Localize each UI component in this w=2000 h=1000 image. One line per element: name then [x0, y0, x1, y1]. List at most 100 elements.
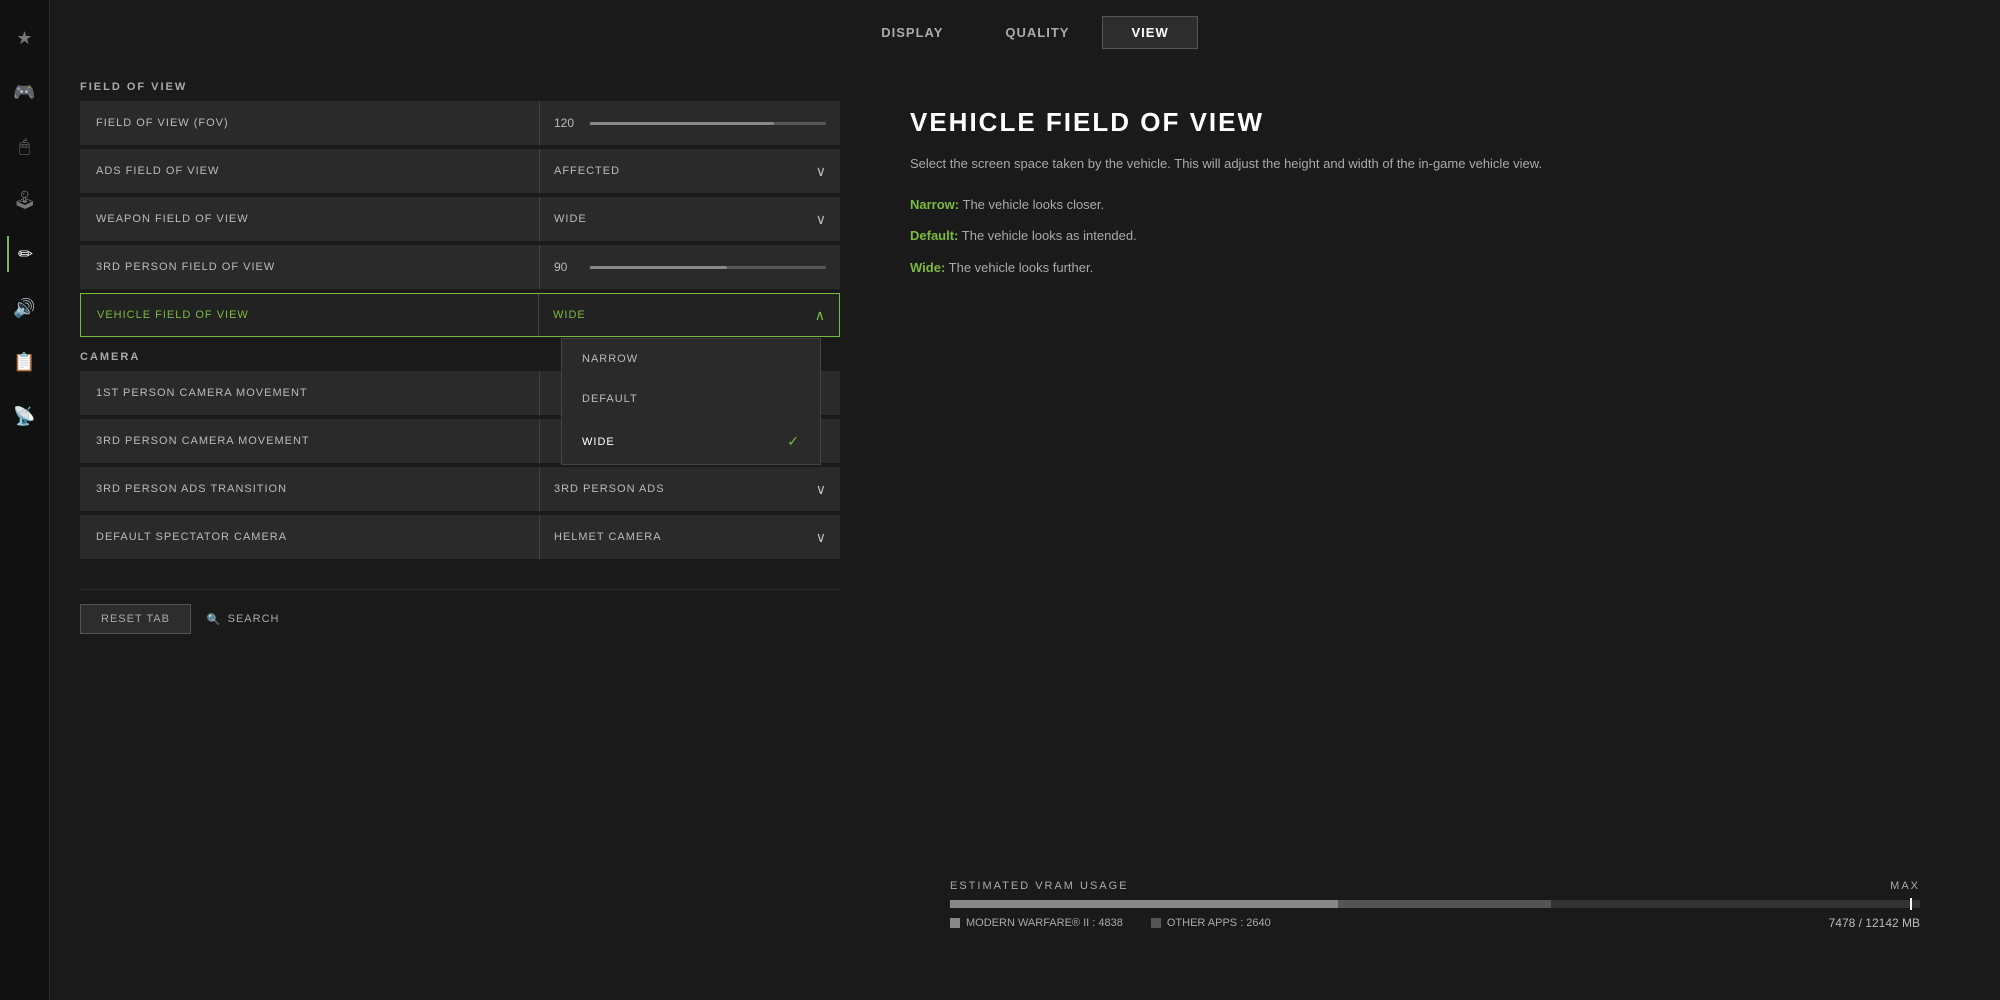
setting-fov-value: 120 [540, 116, 840, 130]
3p-fov-track [590, 266, 826, 269]
info-text-narrow: The vehicle looks closer. [963, 197, 1105, 212]
setting-fov-name: FIELD OF VIEW (FOV) [80, 117, 539, 129]
info-text-wide: The vehicle looks further. [949, 260, 1094, 275]
setting-3p-fov-name: 3RD PERSON FIELD OF VIEW [80, 261, 539, 273]
vram-mw-label: MODERN WARFARE® II : 4838 [966, 917, 1123, 929]
info-item-narrow: Narrow: The vehicle looks closer. [910, 195, 1960, 215]
vram-max-label: MAX [1890, 880, 1920, 892]
search-button[interactable]: 🔍 SEARCH [207, 613, 280, 626]
info-item-wide: Wide: The vehicle looks further. [910, 258, 1960, 278]
info-label-default: Default: [910, 228, 958, 243]
3p-fov-slider[interactable]: 90 [554, 260, 826, 274]
vram-bar-marker [1910, 898, 1912, 910]
divider [539, 419, 540, 463]
vram-value: 7478 / 12142 MB [1829, 916, 1920, 930]
sidebar-icon-gamepad[interactable]: 🕹 [7, 182, 43, 218]
setting-vehicle-fov[interactable]: VEHICLE FIELD OF VIEW WIDE ∧ NARROW DEFA… [80, 293, 840, 337]
info-title: VEHICLE FIELD OF VIEW [910, 107, 1960, 138]
vram-title-row: ESTIMATED VRAM USAGE MAX [950, 880, 1920, 892]
setting-ads-fov-name: ADS FIELD OF VIEW [80, 165, 539, 177]
vram-bar-other [1338, 900, 1551, 908]
fov-track [590, 122, 826, 125]
vram-bar-mw [950, 900, 1338, 908]
sidebar: ★ 🎮 🖱 🕹 ✏ 🔊 📋 📡 [0, 0, 50, 1000]
option-narrow-label: NARROW [582, 353, 638, 365]
vram-dot-other [1151, 918, 1161, 928]
search-label: SEARCH [228, 613, 280, 625]
setting-3p-ads-name: 3RD PERSON ADS TRANSITION [80, 483, 539, 495]
sidebar-icon-network[interactable]: 📡 [7, 398, 43, 434]
setting-weapon-fov-name: WEAPON FIELD OF VIEW [80, 213, 539, 225]
setting-weapon-fov[interactable]: WEAPON FIELD OF VIEW WIDE ∨ [80, 197, 840, 241]
spectator-cam-arrow: ∨ [816, 529, 826, 546]
vram-other-label: OTHER APPS : 2640 [1167, 917, 1271, 929]
spectator-cam-text: HELMET CAMERA [554, 531, 662, 543]
setting-3p-fov[interactable]: 3RD PERSON FIELD OF VIEW 90 [80, 245, 840, 289]
vram-legend-other: OTHER APPS : 2640 [1151, 917, 1271, 929]
vehicle-fov-dropdown: NARROW DEFAULT WIDE ✓ [561, 338, 821, 465]
info-label-wide: Wide: [910, 260, 945, 275]
tab-display[interactable]: DISPLAY [852, 16, 972, 49]
info-text-default: The vehicle looks as intended. [962, 228, 1137, 243]
3p-fov-fill [590, 266, 727, 269]
setting-vehicle-fov-value: WIDE ∧ [539, 307, 839, 324]
vehicle-fov-arrow: ∧ [815, 307, 825, 324]
setting-ads-fov-value: AFFECTED ∨ [540, 163, 840, 180]
vram-legend: MODERN WARFARE® II : 4838 OTHER APPS : 2… [950, 917, 1271, 929]
option-wide[interactable]: WIDE ✓ [562, 419, 820, 464]
section-label-fov: FIELD OF VIEW [80, 81, 840, 93]
main-content: DISPLAY QUALITY VIEW FIELD OF VIEW FIELD… [50, 0, 2000, 1000]
sidebar-icon-mouse[interactable]: 🖱 [7, 128, 43, 164]
setting-1p-cam-name: 1ST PERSON CAMERA MOVEMENT [80, 387, 539, 399]
bottom-bar: RESET TAB 🔍 SEARCH [80, 589, 840, 648]
option-narrow[interactable]: NARROW [562, 339, 820, 379]
3p-fov-number: 90 [554, 260, 582, 274]
ads-fov-arrow: ∨ [816, 163, 826, 180]
setting-3p-ads-value: 3RD PERSON ADS ∨ [540, 481, 840, 498]
info-item-default: Default: The vehicle looks as intended. [910, 226, 1960, 246]
option-wide-label: WIDE [582, 436, 615, 448]
setting-weapon-fov-value: WIDE ∨ [540, 211, 840, 228]
weapon-fov-text: WIDE [554, 213, 587, 225]
info-description: Select the screen space taken by the veh… [910, 154, 1960, 175]
settings-panel: FIELD OF VIEW FIELD OF VIEW (FOV) 120 AD… [50, 57, 870, 1000]
reset-tab-button[interactable]: RESET TAB [80, 604, 191, 634]
vram-section: ESTIMATED VRAM USAGE MAX MODERN WARFARE®… [910, 860, 1960, 950]
ads-fov-text: AFFECTED [554, 165, 620, 177]
info-panel: VEHICLE FIELD OF VIEW Select the screen … [870, 57, 2000, 1000]
vram-dot-mw [950, 918, 960, 928]
fov-slider[interactable]: 120 [554, 116, 826, 130]
setting-3p-cam-name: 3RD PERSON CAMERA MOVEMENT [80, 435, 539, 447]
weapon-fov-arrow: ∨ [816, 211, 826, 228]
content-row: FIELD OF VIEW FIELD OF VIEW (FOV) 120 AD… [50, 57, 2000, 1000]
top-nav: DISPLAY QUALITY VIEW [50, 0, 2000, 57]
setting-spectator-cam-name: DEFAULT SPECTATOR CAMERA [80, 531, 539, 543]
tab-quality[interactable]: QUALITY [976, 16, 1098, 49]
setting-3p-ads[interactable]: 3RD PERSON ADS TRANSITION 3RD PERSON ADS… [80, 467, 840, 511]
vram-bar [950, 900, 1920, 908]
sidebar-icon-audio[interactable]: 🔊 [7, 290, 43, 326]
sidebar-icon-controller[interactable]: 🎮 [7, 74, 43, 110]
setting-ads-fov[interactable]: ADS FIELD OF VIEW AFFECTED ∨ [80, 149, 840, 193]
option-default[interactable]: DEFAULT [562, 379, 820, 419]
vehicle-fov-text: WIDE [553, 309, 586, 321]
setting-spectator-cam[interactable]: DEFAULT SPECTATOR CAMERA HELMET CAMERA ∨ [80, 515, 840, 559]
3p-ads-text: 3RD PERSON ADS [554, 483, 665, 495]
setting-3p-fov-value: 90 [540, 260, 840, 274]
info-label-narrow: Narrow: [910, 197, 959, 212]
setting-fov[interactable]: FIELD OF VIEW (FOV) 120 [80, 101, 840, 145]
sidebar-icon-view[interactable]: ✏ [7, 236, 43, 272]
fov-number: 120 [554, 116, 582, 130]
setting-vehicle-fov-name: VEHICLE FIELD OF VIEW [81, 309, 538, 321]
vram-legend-mw: MODERN WARFARE® II : 4838 [950, 917, 1123, 929]
option-default-label: DEFAULT [582, 393, 638, 405]
divider [539, 371, 540, 415]
vram-title-label: ESTIMATED VRAM USAGE [950, 880, 1129, 892]
tab-view[interactable]: VIEW [1102, 16, 1197, 49]
fov-fill [590, 122, 774, 125]
search-icon: 🔍 [207, 613, 222, 626]
setting-spectator-cam-value: HELMET CAMERA ∨ [540, 529, 840, 546]
sidebar-icon-interface[interactable]: 📋 [7, 344, 43, 380]
sidebar-icon-favorites[interactable]: ★ [7, 20, 43, 56]
3p-ads-arrow: ∨ [816, 481, 826, 498]
